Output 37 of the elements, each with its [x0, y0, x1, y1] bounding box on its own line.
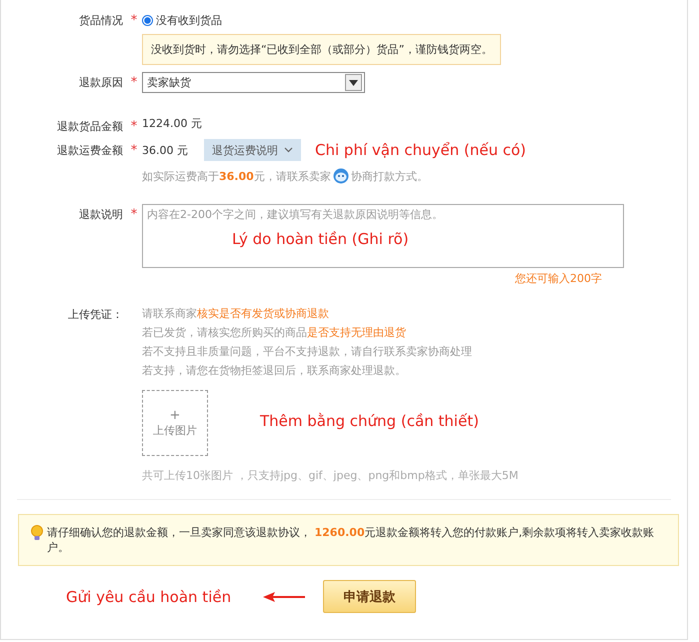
submit-button[interactable]: 申请退款	[323, 580, 416, 613]
arrow-icon	[263, 592, 306, 602]
upload-image-button[interactable]: + 上传图片	[142, 390, 208, 456]
warning-message: 没收到货时，请勿选择“已收到全部（或部分）货品”，谨防钱货两空。	[142, 34, 502, 65]
required-mark: *	[130, 118, 138, 134]
radio-button[interactable]	[142, 14, 153, 26]
annotation-text: Chi phí vận chuyển (nếu có)	[315, 141, 526, 159]
required-mark: *	[130, 142, 138, 158]
radio-label[interactable]: 没有收到货品	[156, 12, 222, 28]
notice-text: 请仔细确认您的退款金额，一旦卖家同意该退款协议， 1260.00元退款金额将转入您的付款账户,剩余款项将转入卖家收款账户。	[47, 525, 656, 555]
annotation-text: Lý do hoàn tiền (Ghi rõ)	[232, 230, 409, 248]
chevron-icon	[284, 147, 293, 153]
shipping-note: 如实际运费高于36.00元，请联系卖家	[142, 168, 331, 184]
instruction-text: 若支持，请您在货物拒签退回后，联系商家处理退款。	[142, 363, 407, 379]
amount-value: 36.00 元	[142, 142, 188, 158]
field-label: 退款说明	[79, 206, 123, 222]
reason-dropdown[interactable]: 卖家缺货	[142, 72, 365, 93]
annotation-text: Gửi yêu cầu hoàn tiền	[66, 588, 232, 606]
instruction-text: 请联系商家核实是否有发货或协商退款	[142, 306, 330, 322]
character-counter: 您还可输入200字	[514, 271, 602, 286]
field-label: 退款原因	[79, 74, 123, 90]
chat-icon[interactable]	[332, 168, 349, 184]
field-label: 退款货品金额	[57, 118, 123, 134]
shipping-info-button[interactable]: 退货运费说明	[204, 139, 301, 161]
upload-limits-text: 共可上传10张图片 ，只支持jpg、gif、jpeg、png和bmp格式，单张最大5M	[142, 468, 520, 483]
required-mark: *	[130, 206, 138, 222]
required-mark: *	[130, 74, 138, 90]
instruction-text: 若不支持且非质量问题，平台不支持退款，请自行联系卖家协商处理	[142, 344, 473, 360]
field-label: 退款运费金额	[57, 142, 123, 158]
lightbulb-icon	[31, 525, 43, 542]
annotation-text: Thêm bằng chứng (cần thiết)	[260, 412, 479, 430]
instruction-text: 若已发货，请核实您所购买的商品是否支持无理由退货	[142, 325, 407, 341]
field-label: 货品情况	[79, 12, 123, 28]
shipping-note: 协商打款方式。	[350, 168, 428, 184]
required-mark: *	[130, 12, 138, 28]
field-label: 上传凭证：	[68, 306, 123, 322]
amount-value: 1224.00 元	[142, 117, 202, 130]
